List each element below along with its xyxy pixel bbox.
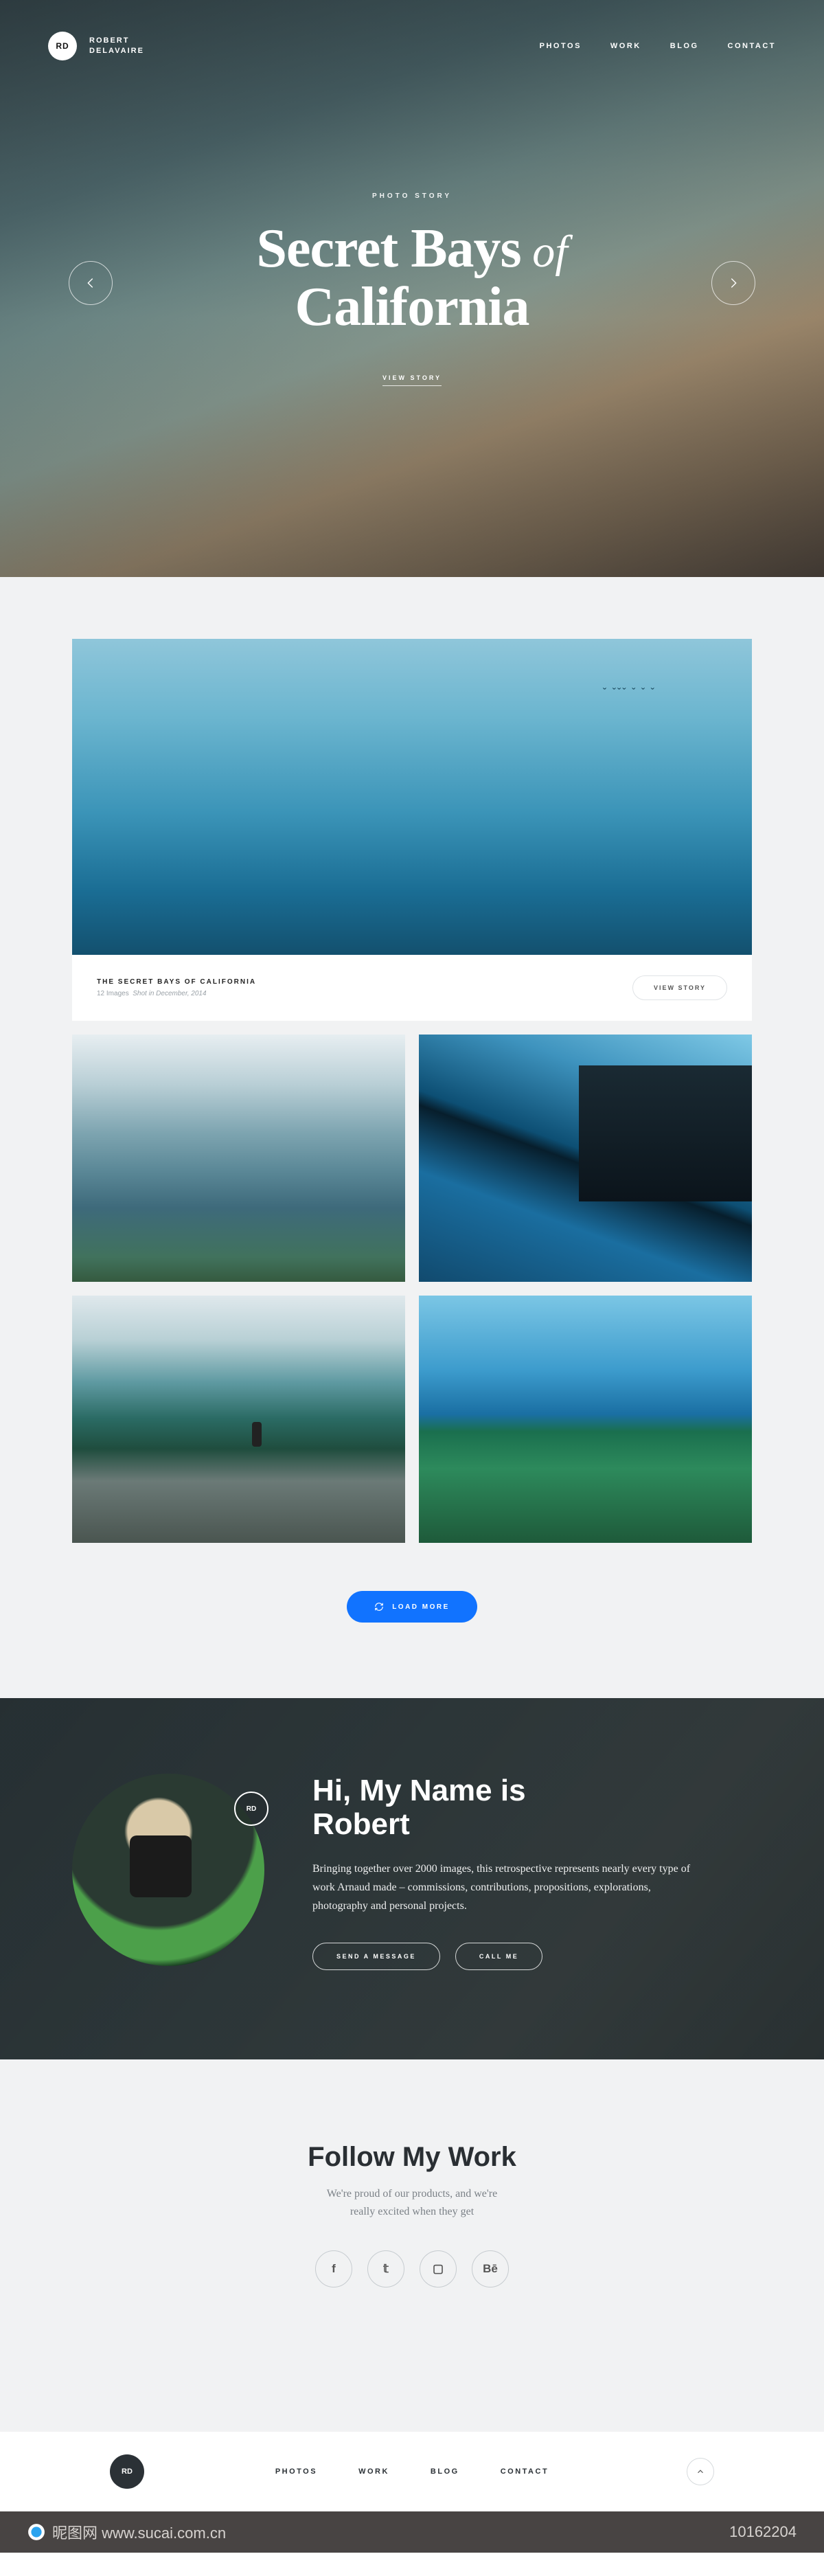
top-nav: RD ROBERT DELAVAIRE PHOTOS WORK BLOG CON… (0, 0, 824, 60)
birds-decor-icon: ˇ ˇˇˇ ˇ ˇ ˇ (603, 687, 656, 699)
gallery-section: ˇ ˇˇˇ ˇ ˇ ˇ THE SECRET BAYS OF CALIFORNI… (0, 577, 824, 1698)
logo[interactable]: RD ROBERT DELAVAIRE (48, 32, 144, 60)
follow-sub: We're proud of our products, and we're r… (0, 2185, 824, 2220)
hero-title-line2: California (0, 276, 824, 339)
nav-work[interactable]: WORK (610, 42, 641, 50)
featured-meta: THE SECRET BAYS OF CALIFORNIA 12 Images … (72, 955, 752, 1021)
gallery-thumb[interactable] (419, 1296, 752, 1543)
follow-sub-line2: really excited when they get (350, 2206, 474, 2217)
instagram-icon: ▢ (433, 2262, 444, 2276)
footer-nav-photos[interactable]: PHOTOS (275, 2467, 317, 2476)
logo-line1: ROBERT (89, 36, 144, 46)
person-silhouette-icon (252, 1422, 262, 1447)
footer-nav-blog[interactable]: BLOG (431, 2467, 459, 2476)
load-more-button[interactable]: LOAD MORE (347, 1591, 477, 1623)
logo-line2: DELAVAIRE (89, 46, 144, 56)
facebook-button[interactable]: f (315, 2250, 352, 2287)
gallery-grid (72, 1035, 752, 1543)
hero-eyebrow: PHOTO STORY (0, 192, 824, 200)
follow-heading: Follow My Work (0, 2142, 824, 2173)
featured-date: Shot in December, 2014 (133, 990, 206, 997)
about-body: Bringing together over 2000 images, this… (312, 1860, 697, 1916)
about-section: RD Hi, My Name is Robert Bringing togeth… (0, 1698, 824, 2059)
hero: RD ROBERT DELAVAIRE PHOTOS WORK BLOG CON… (0, 0, 824, 577)
footer-logo[interactable]: RD (110, 2454, 144, 2489)
chevron-up-icon (696, 2467, 705, 2476)
source-site: 昵图网 www.sucai.com.cn (52, 2521, 226, 2543)
facebook-icon: f (332, 2262, 336, 2276)
about-heading-line1: Hi, My Name is (312, 1774, 526, 1807)
avatar-wrap: RD (72, 1774, 264, 1966)
source-id: 10162204 (729, 2523, 797, 2541)
nav-blog[interactable]: BLOG (670, 42, 699, 50)
behance-button[interactable]: Bē (472, 2250, 509, 2287)
nav-contact[interactable]: CONTACT (728, 42, 776, 50)
nav-links: PHOTOS WORK BLOG CONTACT (540, 42, 776, 50)
scroll-to-top-button[interactable] (687, 2458, 714, 2485)
featured-title: THE SECRET BAYS OF CALIFORNIA (97, 978, 256, 986)
footer-nav-contact[interactable]: CONTACT (501, 2467, 549, 2476)
gallery-thumb[interactable] (419, 1035, 752, 1282)
gallery-thumb[interactable] (72, 1035, 405, 1282)
hero-title-line1: Secret Bays (256, 218, 520, 279)
source-favicon-icon (27, 2523, 45, 2541)
twitter-button[interactable]: 𝕥 (367, 2250, 404, 2287)
follow-sub-line1: We're proud of our products, and we're (327, 2188, 497, 2200)
featured-image[interactable]: ˇ ˇˇˇ ˇ ˇ ˇ (72, 639, 752, 955)
hero-headline: PHOTO STORY Secret Bays of California VI… (0, 192, 824, 386)
hero-title-of: of (521, 227, 568, 277)
nav-photos[interactable]: PHOTOS (540, 42, 582, 50)
gallery-thumb[interactable] (72, 1296, 405, 1543)
about-heading-line2: Robert (312, 1807, 410, 1841)
source-bar: 昵图网 www.sucai.com.cn 10162204 (0, 2511, 824, 2553)
behance-icon: Bē (483, 2262, 498, 2276)
twitter-icon: 𝕥 (383, 2262, 389, 2276)
follow-section: Follow My Work We're proud of our produc… (0, 2059, 824, 2432)
about-heading: Hi, My Name is Robert (312, 1774, 697, 1842)
call-me-button[interactable]: CALL ME (455, 1943, 542, 1970)
hero-view-story-link[interactable]: VIEW STORY (382, 374, 442, 386)
instagram-button[interactable]: ▢ (420, 2250, 457, 2287)
view-story-button[interactable]: VIEW STORY (632, 975, 727, 1000)
send-message-button[interactable]: SEND A MESSAGE (312, 1943, 440, 1970)
social-row: f 𝕥 ▢ Bē (0, 2250, 824, 2287)
avatar-badge: RD (234, 1792, 268, 1826)
footer-nav-work[interactable]: WORK (358, 2467, 389, 2476)
refresh-icon (374, 1602, 384, 1612)
featured-count: 12 Images (97, 990, 129, 997)
logo-text: ROBERT DELAVAIRE (89, 36, 144, 56)
load-more-label: LOAD MORE (392, 1603, 450, 1611)
logo-badge: RD (48, 32, 77, 60)
footer-nav: RD PHOTOS WORK BLOG CONTACT (0, 2432, 824, 2511)
